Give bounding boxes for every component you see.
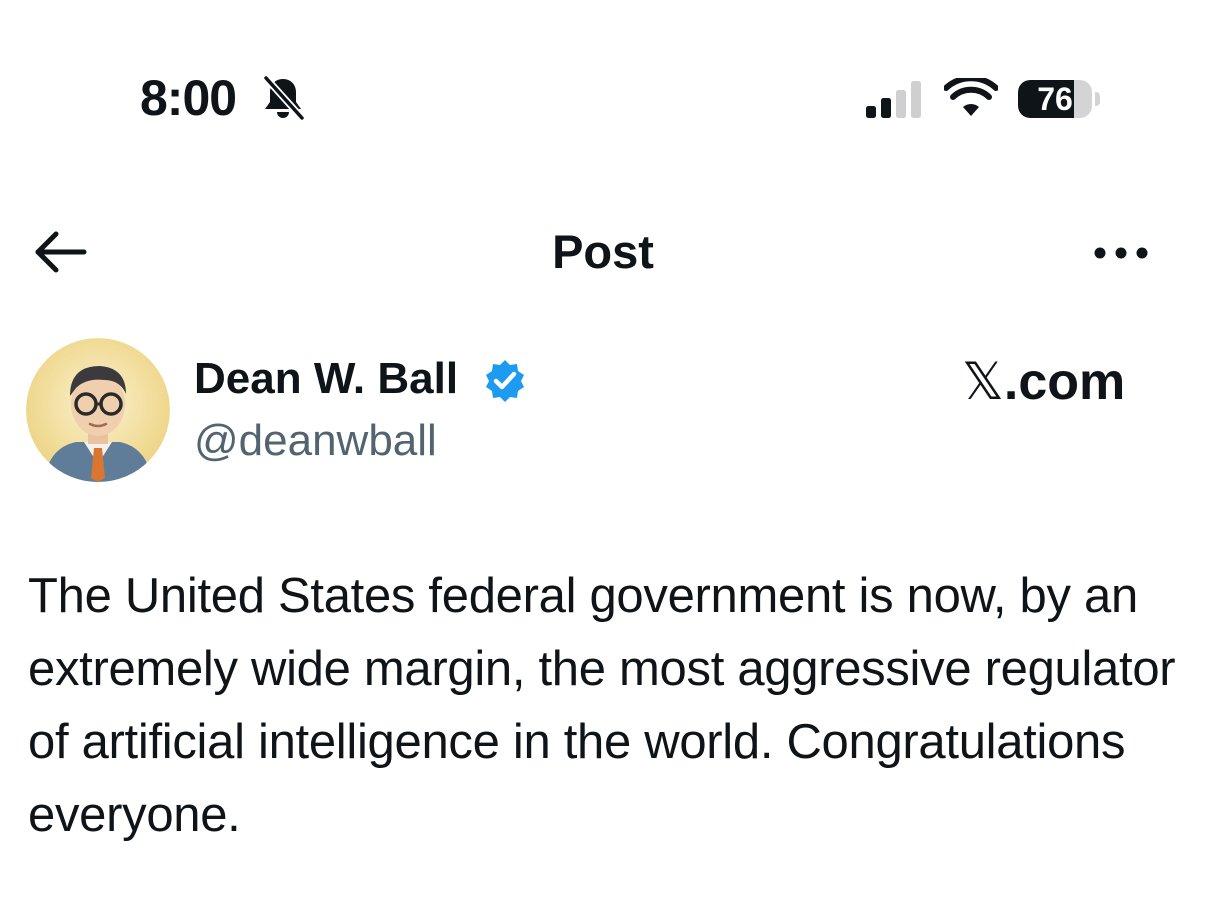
author-name[interactable]: Dean W. Ball <box>194 352 458 406</box>
battery-cap <box>1095 92 1100 106</box>
post-screen: 8:00 76 Post Dean W. Ball @deanwball 𝕏.c… <box>0 0 1206 905</box>
wifi-icon <box>944 78 998 116</box>
page-title: Post <box>552 225 654 278</box>
more-options-button[interactable] <box>1090 236 1156 270</box>
author-handle[interactable]: @deanwball <box>194 414 437 468</box>
battery-body: 76 <box>1018 80 1092 118</box>
status-time: 8:00 <box>140 70 237 126</box>
battery-indicator: 76 <box>1018 80 1102 118</box>
verified-badge-icon <box>486 360 524 402</box>
battery-percent: 76 <box>1037 81 1073 117</box>
signal-icon <box>866 81 921 118</box>
post-text: The United States federal government is … <box>28 569 1176 842</box>
bell-slash-icon <box>262 74 306 122</box>
avatar[interactable] <box>26 338 170 482</box>
x-logo: 𝕏 <box>962 352 1004 412</box>
brand-domain: .com <box>1003 353 1126 411</box>
more-horizontal-icon <box>1094 247 1148 259</box>
brand-watermark: 𝕏.com <box>962 350 1125 414</box>
